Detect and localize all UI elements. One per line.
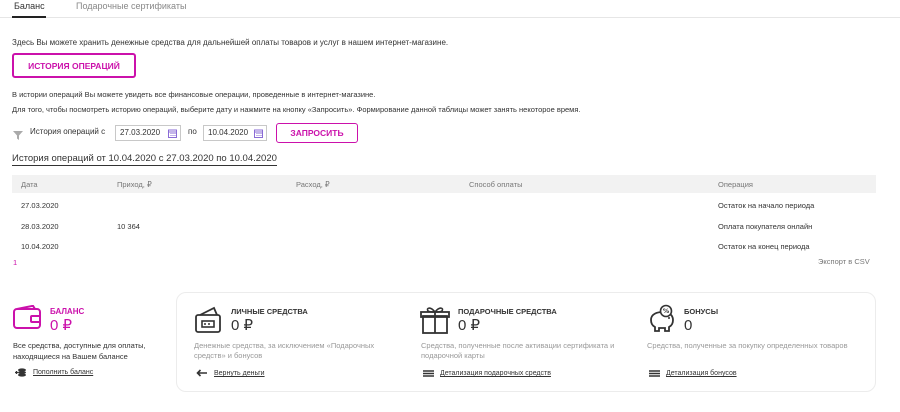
personal-funds-amount: 0 ₽ [231,317,254,334]
wallet-icon [195,306,221,333]
piggy-bank-icon: % [650,304,674,332]
filter-icon [13,127,23,145]
active-tab-indicator [12,16,46,18]
cell-operation: Остаток на конец периода [718,242,810,251]
cell-date: 10.04.2020 [21,242,59,251]
return-money-link[interactable]: Вернуть деньги [214,369,265,378]
list-icon [423,370,434,377]
gift-funds-amount: 0 ₽ [458,317,481,334]
date-to-input[interactable]: 10.04.2020 [203,125,267,141]
col-income-header: Приход, ₽ [117,180,152,189]
history-button[interactable]: ИСТОРИЯ ОПЕРАЦИЙ [12,53,136,78]
bonuses-amount: 0 [684,317,693,334]
coins-icon [15,368,26,377]
personal-funds-title: ЛИЧНЫЕ СРЕДСТВА [231,307,308,316]
svg-text:%: % [663,307,670,315]
balance-wallet-icon [13,305,41,329]
table-header: Дата Приход, ₽ Расход, ₽ Способ оплаты О… [12,175,876,193]
history-period-title: История операций от 10.04.2020 с 27.03.2… [12,153,277,166]
col-operation-header: Операция [718,180,753,189]
cell-operation: Оплата покупателя онлайн [718,222,813,231]
balance-amount: 0 ₽ [50,317,73,334]
bonuses-description: Средства, полученные за покупку определе… [647,341,848,350]
pagination-page-1[interactable]: 1 [13,258,17,267]
tab-balance[interactable]: Баланс [14,0,45,12]
export-csv-link[interactable]: Экспорт в CSV [818,257,870,266]
filter-to-label: по [188,127,197,136]
personal-funds-description: Денежные средства, за исключением «Подар… [194,341,375,360]
calendar-icon[interactable] [254,129,263,138]
cell-operation: Остаток на начало периода [718,201,815,210]
col-expense-header: Расход, ₽ [296,180,330,189]
date-from-input[interactable]: 27.03.2020 [115,125,181,141]
gift-icon [420,307,450,334]
col-payment-method-header: Способ оплаты [469,180,523,189]
calendar-icon[interactable] [168,129,177,138]
cell-income: 10 364 [117,222,140,231]
date-from-value: 27.03.2020 [120,128,161,137]
list-icon [649,370,660,377]
col-date-header: Дата [21,180,38,189]
return-arrow-icon [196,369,207,377]
bonuses-details-link[interactable]: Детализация бонусов [666,369,737,378]
history-info-2: Для того, чтобы посмотреть историю опера… [12,105,581,114]
bonuses-title: БОНУСЫ [684,307,719,316]
gift-funds-details-link[interactable]: Детализация подарочных средств [440,369,551,378]
gift-funds-description: Средства, полученные после активации сер… [421,341,615,360]
tab-gift-certificates[interactable]: Подарочные сертификаты [76,0,186,12]
top-up-balance-link[interactable]: Пополнить баланс [33,368,93,377]
cell-date: 28.03.2020 [21,222,59,231]
date-to-value: 10.04.2020 [208,128,249,137]
balance-description: Все средства, доступные для оплаты, нахо… [13,341,146,361]
intro-text: Здесь Вы можете хранить денежные средств… [12,38,449,47]
balance-title: БАЛАНС [50,307,85,316]
tab-bar: Баланс Подарочные сертификаты [0,0,900,18]
filter-from-label: История операций с [30,127,106,136]
request-button[interactable]: ЗАПРОСИТЬ [276,123,358,143]
history-info-1: В истории операций Вы можете увидеть все… [12,90,376,99]
gift-funds-title: ПОДАРОЧНЫЕ СРЕДСТВА [458,307,557,316]
cell-date: 27.03.2020 [21,201,59,210]
